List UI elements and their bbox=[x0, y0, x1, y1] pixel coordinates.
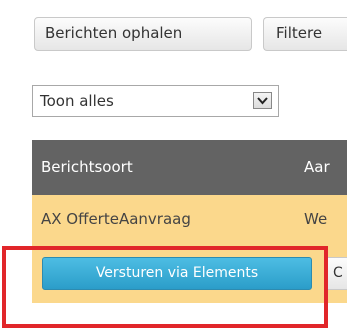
filter-select-value: Toon alles bbox=[40, 92, 114, 110]
secondary-action-button[interactable]: C bbox=[324, 257, 347, 290]
messages-table: Berichtsoort Aar AX OfferteAanvraag We V… bbox=[32, 140, 347, 303]
table-header: Berichtsoort Aar bbox=[32, 140, 347, 195]
filter-button[interactable]: Filtere bbox=[263, 17, 347, 51]
column-header-message-type[interactable]: Berichtsoort bbox=[41, 140, 133, 195]
column-header-second[interactable]: Aar bbox=[304, 140, 330, 195]
row-actions: Versturen via Elements C bbox=[32, 243, 347, 303]
filter-select[interactable]: Toon alles bbox=[32, 85, 279, 117]
table-row[interactable]: AX OfferteAanvraag We bbox=[32, 195, 347, 243]
send-via-elements-button[interactable]: Versturen via Elements bbox=[42, 257, 312, 290]
cell-message-type: AX OfferteAanvraag bbox=[41, 210, 191, 228]
cell-second: We bbox=[304, 210, 328, 228]
fetch-messages-button[interactable]: Berichten ophalen bbox=[34, 17, 252, 51]
chevron-down-icon[interactable] bbox=[253, 92, 272, 109]
